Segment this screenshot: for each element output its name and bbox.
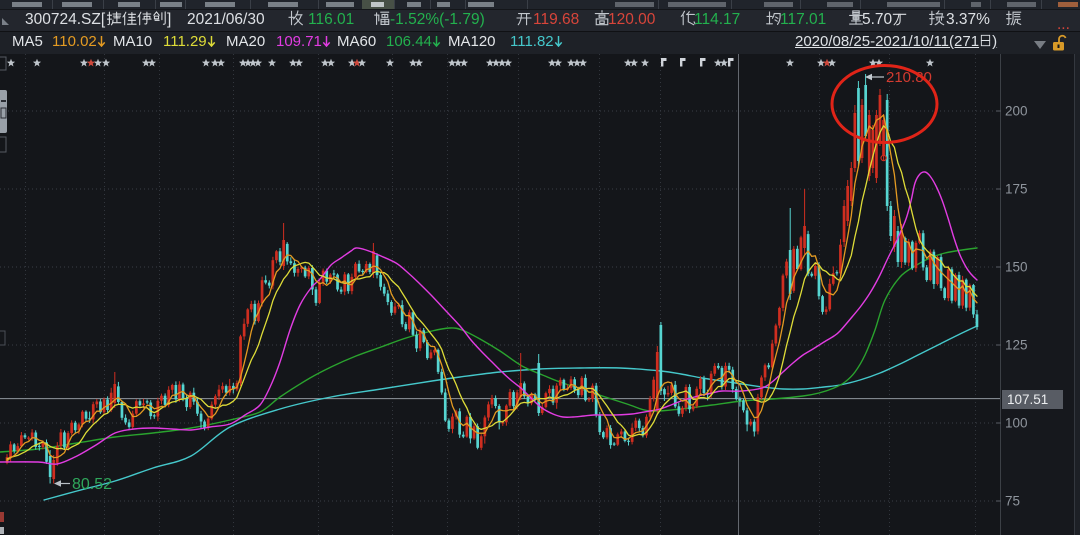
svg-text:175: 175	[1005, 182, 1028, 197]
svg-text:210.80: 210.80	[886, 69, 932, 86]
svg-text:107.51: 107.51	[1007, 392, 1048, 407]
svg-text:150: 150	[1005, 260, 1028, 275]
svg-text:80.52: 80.52	[72, 476, 112, 493]
svg-text:75: 75	[1005, 494, 1020, 509]
svg-text:100: 100	[1005, 416, 1028, 431]
svg-text:200: 200	[1005, 104, 1028, 119]
svg-text:125: 125	[1005, 338, 1028, 353]
